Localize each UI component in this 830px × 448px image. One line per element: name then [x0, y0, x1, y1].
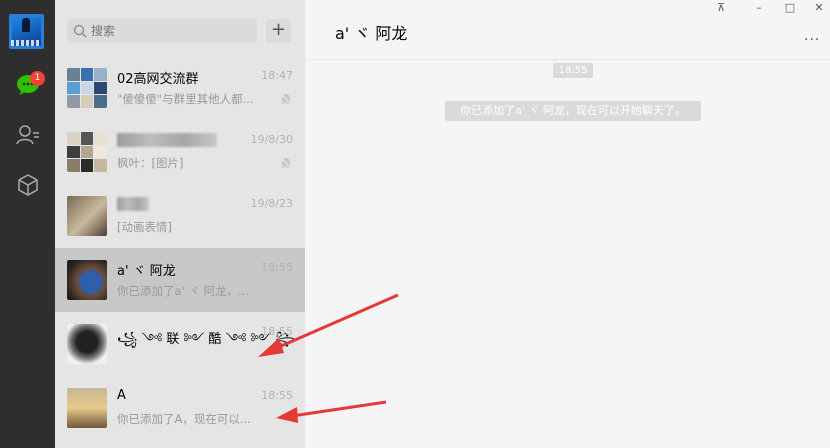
chat-preview: 枫叶：[图片] — [117, 156, 184, 170]
blurred-name — [117, 196, 149, 211]
message-time: 18:55 — [553, 63, 593, 78]
chat-item-group-2[interactable]: 19/8/30 枫叶：[图片] — [55, 120, 305, 184]
group-avatar — [67, 68, 107, 108]
add-button[interactable]: + — [266, 19, 291, 43]
chat-name: 02高网交流群 — [117, 72, 199, 87]
pin-button[interactable]: ⊼ — [707, 0, 735, 16]
more-options-button[interactable]: ... — [804, 28, 820, 44]
chat-item-along[interactable]: a' ヾ 阿龙 18:55 你已添加了a' ヾ 阿龙，... — [55, 248, 305, 312]
user-avatar[interactable] — [9, 14, 44, 49]
blurred-name — [117, 132, 217, 147]
chat-time: 18:55 — [261, 389, 293, 402]
conversation-panel: a' ヾ 阿龙 ⊼ – □ ✕ ... 18:55 你已添加了a' ヾ 阿龙，现… — [305, 0, 830, 448]
chat-preview: [动画表情] — [117, 220, 172, 234]
chat-time: 18:55 — [261, 261, 293, 274]
chat-item-3[interactable]: 19/8/23 [动画表情] — [55, 184, 305, 248]
chat-item-a[interactable]: A 18:55 你已添加了A，现在可以... — [55, 376, 305, 440]
chat-time: 18:55 — [261, 325, 293, 338]
chat-name-blurred — [117, 132, 217, 147]
contact-avatar — [67, 324, 107, 364]
chat-preview: 你已添加了A，现在可以... — [117, 412, 251, 426]
chat-item-group-02[interactable]: 02高网交流群 18:47 "傻傻傻"与群里其他人都... — [55, 56, 305, 120]
chat-time: 19/8/30 — [250, 133, 293, 146]
minimize-button[interactable]: – — [745, 0, 773, 16]
chat-time: 18:47 — [261, 69, 293, 82]
contact-avatar — [67, 260, 107, 300]
chat-time: 19/8/23 — [250, 197, 293, 210]
mute-bell-icon — [280, 157, 292, 169]
chat-name-blurred — [117, 196, 149, 211]
nav-bar: 1 — [0, 0, 55, 448]
mute-bell-icon — [280, 93, 292, 105]
search-input[interactable] — [91, 24, 241, 38]
conversation-title: a' ヾ 阿龙 — [335, 24, 408, 43]
search-box[interactable] — [67, 19, 257, 43]
chat-preview: 你已添加了a' ヾ 阿龙，... — [117, 284, 249, 298]
chat-item-lianku[interactable]: ꧁ ༺ 联 ༻ 酷 ༺ ༻ ꧂ 18:55 — [55, 312, 305, 376]
contacts-icon — [15, 125, 39, 145]
chat-list-panel: + 02高网交流群 18:47 "傻傻傻"与群里其他人都... — [55, 0, 305, 448]
favorites-tab[interactable] — [0, 170, 55, 200]
system-message: 你已添加了a' ヾ 阿龙，现在可以开始聊天了。 — [445, 101, 701, 121]
search-icon — [73, 24, 87, 38]
chat-preview: "傻傻傻"与群里其他人都... — [117, 92, 254, 106]
chat-name: A — [117, 388, 126, 403]
close-button[interactable]: ✕ — [805, 0, 830, 16]
chat-tab[interactable] — [0, 70, 55, 100]
contact-avatar — [67, 196, 107, 236]
unread-badge: 1 — [30, 71, 45, 86]
maximize-button[interactable]: □ — [776, 0, 804, 16]
group-avatar — [67, 132, 107, 172]
cube-icon — [17, 174, 38, 196]
contacts-tab[interactable] — [0, 120, 55, 150]
conversation-header: a' ヾ 阿龙 ⊼ – □ ✕ ... — [305, 0, 830, 60]
contact-avatar — [67, 388, 107, 428]
chat-name: a' ヾ 阿龙 — [117, 264, 176, 279]
